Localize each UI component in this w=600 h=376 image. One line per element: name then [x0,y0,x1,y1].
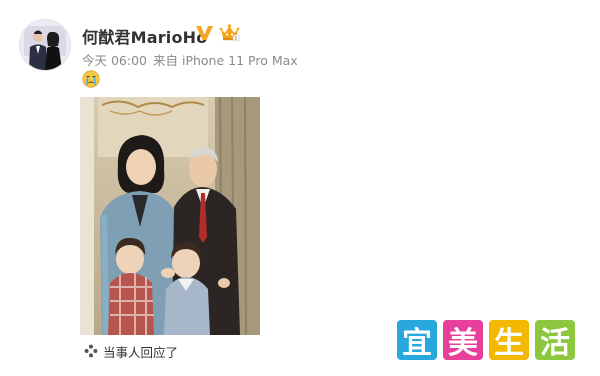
watermark-char-3: 生 [487,318,531,362]
watermark-logo: 宜 美 生 活 [395,318,577,362]
watermark-char-2: 美 [441,318,485,362]
post-meta: 今天 06:00 来自 iPhone 11 Pro Max [82,50,304,69]
watermark-char-1: 宜 [395,318,439,362]
flower-reply-icon [84,344,98,358]
post-time[interactable]: 今天 06:00 [82,53,147,68]
post-photo[interactable] [80,97,260,335]
post-source: 来自 iPhone 11 Pro Max [153,53,298,68]
username[interactable]: 何猷君MarioHo [82,24,207,48]
reply-text: 当事人回应了 [103,344,179,360]
watermark-char-4: 活 [533,318,577,362]
user-avatar[interactable] [19,19,71,71]
v-verified-badge-icon [196,26,213,40]
crown-member-icon[interactable]: 5 [219,23,240,42]
reply-row[interactable]: 当事人回应了 [84,341,178,361]
svg-text:5: 5 [234,36,237,42]
weibo-post: 何猷君MarioHo 5 今天 06:00 来自 iPhone 11 Pro Ma… [0,0,600,376]
sad-crying-emoji [82,70,100,88]
